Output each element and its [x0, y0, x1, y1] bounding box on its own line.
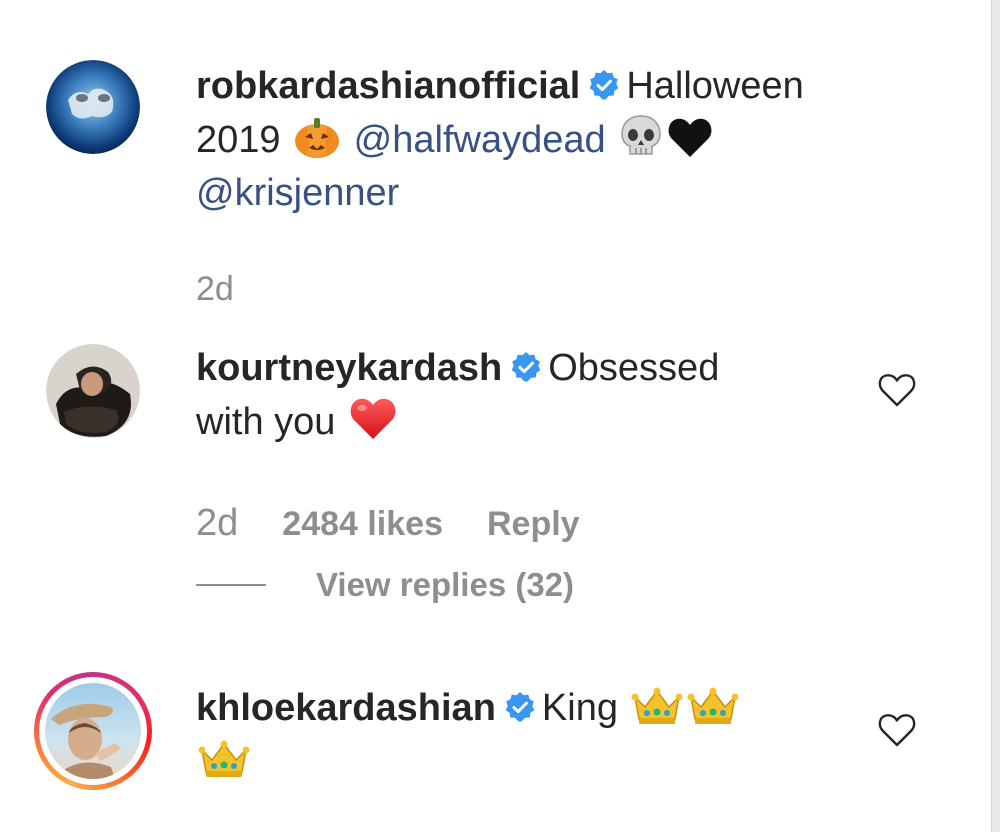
caption-entry: robkardashianofficial Halloween 2019 @hal… [0, 0, 990, 330]
reply-button[interactable]: Reply [487, 505, 580, 544]
caption-meta: 2d [196, 270, 278, 309]
comment-item-khloekardashian: khloekardashian King [0, 660, 990, 832]
crown-emoji [198, 740, 250, 777]
view-replies-button[interactable]: View replies (32) [316, 566, 574, 604]
heart-outline-icon[interactable] [877, 372, 917, 408]
pumpkin-emoji [295, 118, 340, 158]
caption-text: robkardashianofficial Halloween 2019 @hal… [196, 60, 886, 220]
skull-emoji [621, 115, 661, 155]
crown-emoji [687, 687, 739, 724]
caption-text-part1: Halloween [626, 65, 804, 107]
heart-outline-icon[interactable] [877, 712, 917, 748]
black-heart-emoji [668, 118, 712, 157]
comment-text-part1: King [541, 687, 618, 729]
scrollbar-edge[interactable] [991, 0, 1000, 832]
crown-emoji [631, 687, 683, 724]
avatar-robkardashianofficial[interactable] [46, 60, 140, 154]
comment-text-part1: Obsessed [548, 347, 720, 389]
replies-divider-line [196, 584, 266, 586]
caption-text-part2: 2019 [196, 119, 281, 161]
username-khloekardashian[interactable]: khloekardashian [196, 687, 496, 729]
verified-badge-icon [511, 352, 541, 382]
comment-text: kourtneykardash Obsessed with you [196, 342, 886, 449]
story-ring[interactable] [34, 672, 152, 790]
username-caption[interactable]: robkardashianofficial [196, 65, 580, 107]
mention-krisjenner[interactable]: @krisjenner [196, 172, 399, 214]
username-kourtneykardash[interactable]: kourtneykardash [196, 347, 502, 389]
mention-halfwaydead[interactable]: @halfwaydead [354, 119, 606, 161]
avatar-kourtneykardash[interactable] [46, 344, 140, 438]
red-heart-emoji [350, 398, 396, 439]
likes-count[interactable]: 2484 likes [282, 505, 443, 544]
verified-badge-icon [590, 70, 619, 100]
verified-badge-icon [505, 692, 535, 722]
comment-timestamp[interactable]: 2d [196, 502, 238, 545]
avatar-khloekardashian [45, 683, 141, 779]
comment-text-part2: with you [196, 401, 336, 443]
comment-text: khloekardashian King [196, 682, 886, 788]
comment-meta: 2d 2484 likes Reply [196, 502, 624, 545]
caption-timestamp[interactable]: 2d [196, 270, 234, 308]
view-replies-row: View replies (32) [196, 566, 574, 604]
